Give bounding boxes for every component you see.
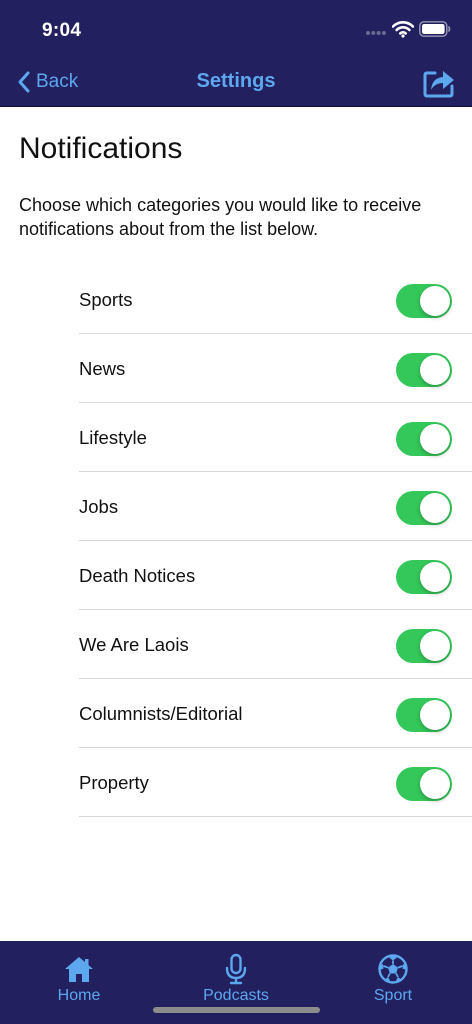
list-item: Property xyxy=(79,748,472,817)
toggle-knob xyxy=(420,286,450,316)
home-icon xyxy=(65,957,93,982)
tab-home[interactable]: Home xyxy=(19,953,139,1013)
cellular-signal-icon xyxy=(366,31,386,35)
tab-sport[interactable]: Sport xyxy=(333,953,453,1013)
toggle-switch[interactable] xyxy=(396,284,452,318)
category-label: News xyxy=(79,358,126,379)
share-icon[interactable] xyxy=(422,65,456,99)
category-label: Property xyxy=(79,772,149,793)
list-item: News xyxy=(79,334,472,403)
nav-title: Settings xyxy=(196,70,276,92)
toggle-knob xyxy=(420,700,450,730)
category-label: Death Notices xyxy=(79,565,196,586)
tab-label: Home xyxy=(57,987,101,1004)
list-item: Columnists/Editorial xyxy=(79,679,472,748)
toggle-knob xyxy=(420,493,450,523)
tab-podcasts[interactable]: Podcasts xyxy=(176,953,296,1013)
toggle-knob xyxy=(420,631,450,661)
category-label: Jobs xyxy=(79,496,119,517)
list-item: Death Notices xyxy=(79,541,472,610)
category-label: Sports xyxy=(79,289,133,310)
page-title: Notifications xyxy=(19,132,183,165)
category-label: Lifestyle xyxy=(79,427,147,448)
category-label: We Are Laois xyxy=(79,634,189,655)
toggle-switch[interactable] xyxy=(396,560,452,594)
toggle-switch[interactable] xyxy=(396,353,452,387)
toggle-switch[interactable] xyxy=(396,698,452,732)
tab-selection-indicator xyxy=(0,939,156,941)
toggle-knob xyxy=(420,355,450,385)
tab-label: Sport xyxy=(373,987,413,1004)
toggle-switch[interactable] xyxy=(396,491,452,525)
list-item: Sports xyxy=(79,265,472,334)
toggle-knob xyxy=(420,769,450,799)
status-bar: 9:04 xyxy=(0,0,472,56)
tab-label: Podcasts xyxy=(203,987,269,1004)
toggle-switch[interactable] xyxy=(396,422,452,456)
list-item: We Are Laois xyxy=(79,610,472,679)
toggle-knob xyxy=(420,562,450,592)
list-item: Lifestyle xyxy=(79,403,472,472)
wifi-icon xyxy=(392,21,414,38)
navigation-bar: Back Settings xyxy=(0,56,472,107)
list-item: Jobs xyxy=(79,472,472,541)
toggle-knob xyxy=(420,424,450,454)
toggle-switch[interactable] xyxy=(396,629,452,663)
toggle-switch[interactable] xyxy=(396,767,452,801)
page-description: Choose which categories you would like t… xyxy=(19,195,422,239)
status-time: 9:04 xyxy=(42,20,82,41)
microphone-icon xyxy=(225,953,247,985)
home-indicator xyxy=(153,1007,320,1013)
battery-icon xyxy=(419,21,451,37)
settings-screen: 9:04 Back Settings Notifications Choose … xyxy=(0,0,472,1024)
football-icon xyxy=(378,954,408,984)
category-list: Sports News Lifestyle Jobs Death Notices… xyxy=(79,265,472,817)
category-label: Columnists/Editorial xyxy=(79,703,243,724)
